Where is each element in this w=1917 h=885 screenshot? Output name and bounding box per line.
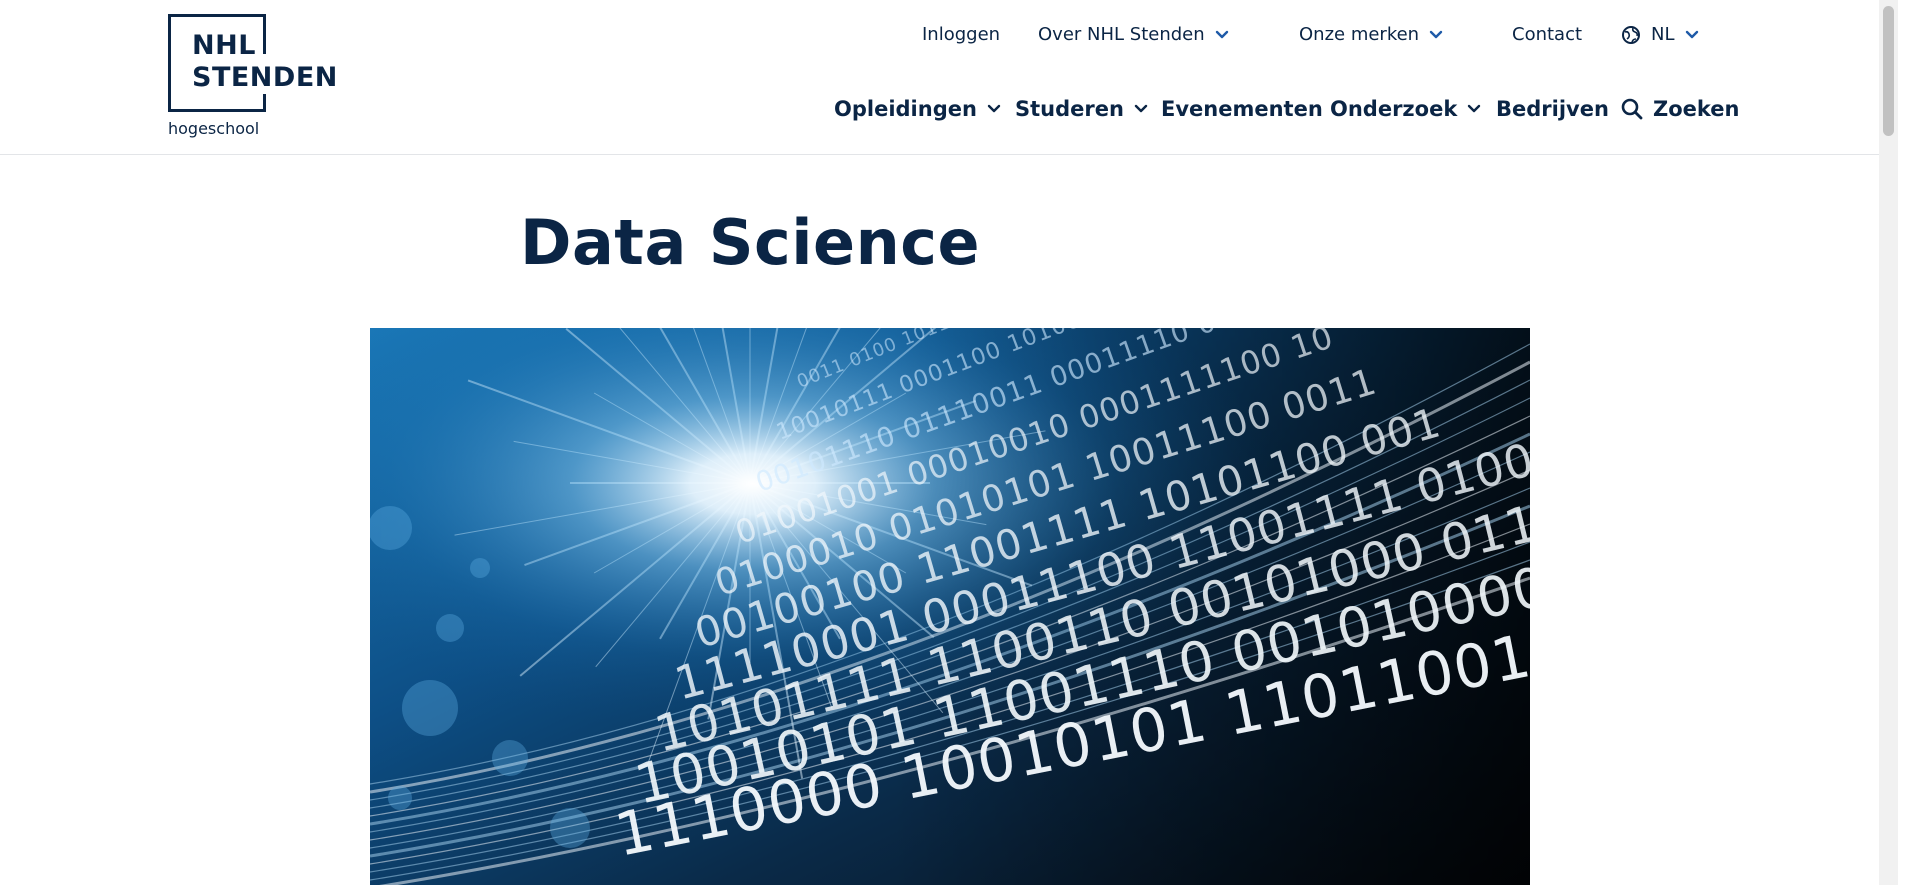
search-icon xyxy=(1621,98,1643,120)
nav-companies-label: Bedrijven xyxy=(1496,97,1609,121)
globe-icon xyxy=(1621,25,1641,45)
chevron-down-icon xyxy=(1685,30,1699,40)
nav-studying[interactable]: Studeren xyxy=(1015,97,1148,121)
chevron-down-icon xyxy=(1134,104,1148,114)
page-title: Data Science xyxy=(520,206,981,279)
scrollbar-thumb[interactable] xyxy=(1883,6,1894,136)
brands-menu[interactable]: Onze merken xyxy=(1299,24,1443,45)
bokeh-dot xyxy=(550,808,590,848)
chevron-down-icon xyxy=(987,104,1001,114)
chevron-down-icon xyxy=(1215,30,1229,40)
bokeh-dot xyxy=(436,614,464,642)
about-menu[interactable]: Over NHL Stenden xyxy=(1038,24,1229,45)
bokeh-dot xyxy=(492,740,528,776)
logo-text-stenden: STENDEN xyxy=(192,62,338,93)
login-link[interactable]: Inloggen xyxy=(922,24,1000,45)
nav-studying-label: Studeren xyxy=(1015,97,1124,121)
nav-events-label: Evenementen xyxy=(1161,97,1323,121)
nav-companies[interactable]: Bedrijven xyxy=(1496,97,1609,121)
bokeh-dot xyxy=(402,680,458,736)
language-selector[interactable]: NL xyxy=(1621,24,1699,45)
bokeh-dot xyxy=(470,558,490,578)
search-button[interactable]: Zoeken xyxy=(1621,97,1740,121)
nav-programs-label: Opleidingen xyxy=(834,97,977,121)
nav-research-label: Onderzoek xyxy=(1330,97,1458,121)
scrollbar[interactable] xyxy=(1879,0,1898,885)
top-nav: Inloggen Over NHL Stenden Onze merken Co… xyxy=(0,24,1898,52)
hero-image: 0011 0100 1011 0001 0110 100110010111 00… xyxy=(370,328,1530,885)
contact-label: Contact xyxy=(1512,24,1583,45)
search-label: Zoeken xyxy=(1653,97,1740,121)
chevron-down-icon xyxy=(1467,104,1481,114)
page: NHL STENDEN hogeschool Inloggen Over NHL… xyxy=(0,0,1898,885)
site-header: NHL STENDEN hogeschool Inloggen Over NHL… xyxy=(0,0,1898,155)
nav-programs[interactable]: Opleidingen xyxy=(834,97,1001,121)
login-label: Inloggen xyxy=(922,24,1001,45)
contact-link[interactable]: Contact xyxy=(1512,24,1582,45)
chevron-down-icon xyxy=(1429,30,1443,40)
bokeh-dot xyxy=(388,786,412,810)
brands-label: Onze merken xyxy=(1299,24,1420,45)
nav-research[interactable]: Onderzoek xyxy=(1330,97,1481,121)
bokeh-dot xyxy=(370,506,412,550)
nav-events[interactable]: Evenementen xyxy=(1161,97,1323,121)
hero-image-graphic: 0011 0100 1011 0001 0110 100110010111 00… xyxy=(370,328,1530,885)
about-label: Over NHL Stenden xyxy=(1038,24,1205,45)
language-label: NL xyxy=(1651,24,1675,45)
main-nav: Opleidingen Studeren Evenementen Onderzo… xyxy=(0,97,1898,127)
